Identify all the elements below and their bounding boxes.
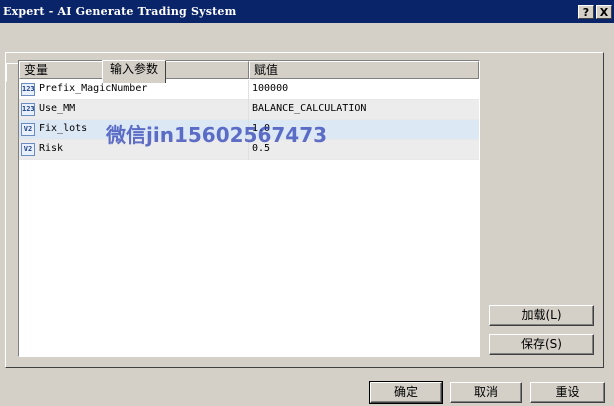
variable-name: Use_MM — [39, 103, 76, 114]
save-button[interactable]: 保存(S) — [489, 334, 594, 355]
parameters-table: 变量 赋值 123 Prefix_MagicNumber 100000 123 … — [18, 60, 480, 357]
tab-inputs[interactable]: 输入参数 — [102, 60, 166, 83]
double-icon: V2 — [21, 123, 35, 136]
variable-name: Risk — [39, 143, 64, 154]
watermark: 微信jin15602567473 — [106, 123, 328, 147]
close-button[interactable]: X — [596, 5, 612, 19]
cancel-button[interactable]: 取消 — [450, 382, 522, 403]
window-title: Expert - AI Generate Trading System — [3, 5, 237, 18]
double-icon: V2 — [21, 143, 35, 156]
table-row[interactable]: 123 Use_MM BALANCE_CALCULATION — [19, 100, 479, 120]
column-divider — [248, 80, 249, 100]
ok-button[interactable]: 确定 — [369, 381, 443, 404]
int-icon: 123 — [21, 103, 35, 116]
load-button[interactable]: 加载(L) — [489, 305, 594, 326]
int-icon: 123 — [21, 83, 35, 96]
variable-value[interactable]: BALANCE_CALCULATION — [252, 103, 366, 114]
table-header: 变量 赋值 — [19, 61, 479, 79]
variable-name: Fix_lots — [39, 123, 88, 134]
table-row[interactable]: 123 Prefix_MagicNumber 100000 — [19, 80, 479, 100]
reset-button[interactable]: 重设 — [530, 382, 605, 403]
title-bar: Expert - AI Generate Trading System ? X — [0, 0, 614, 23]
help-button[interactable]: ? — [578, 5, 594, 19]
variable-value[interactable]: 100000 — [252, 83, 288, 94]
variable-name: Prefix_MagicNumber — [39, 83, 148, 94]
header-value[interactable]: 赋值 — [249, 61, 479, 79]
column-divider — [248, 100, 249, 120]
